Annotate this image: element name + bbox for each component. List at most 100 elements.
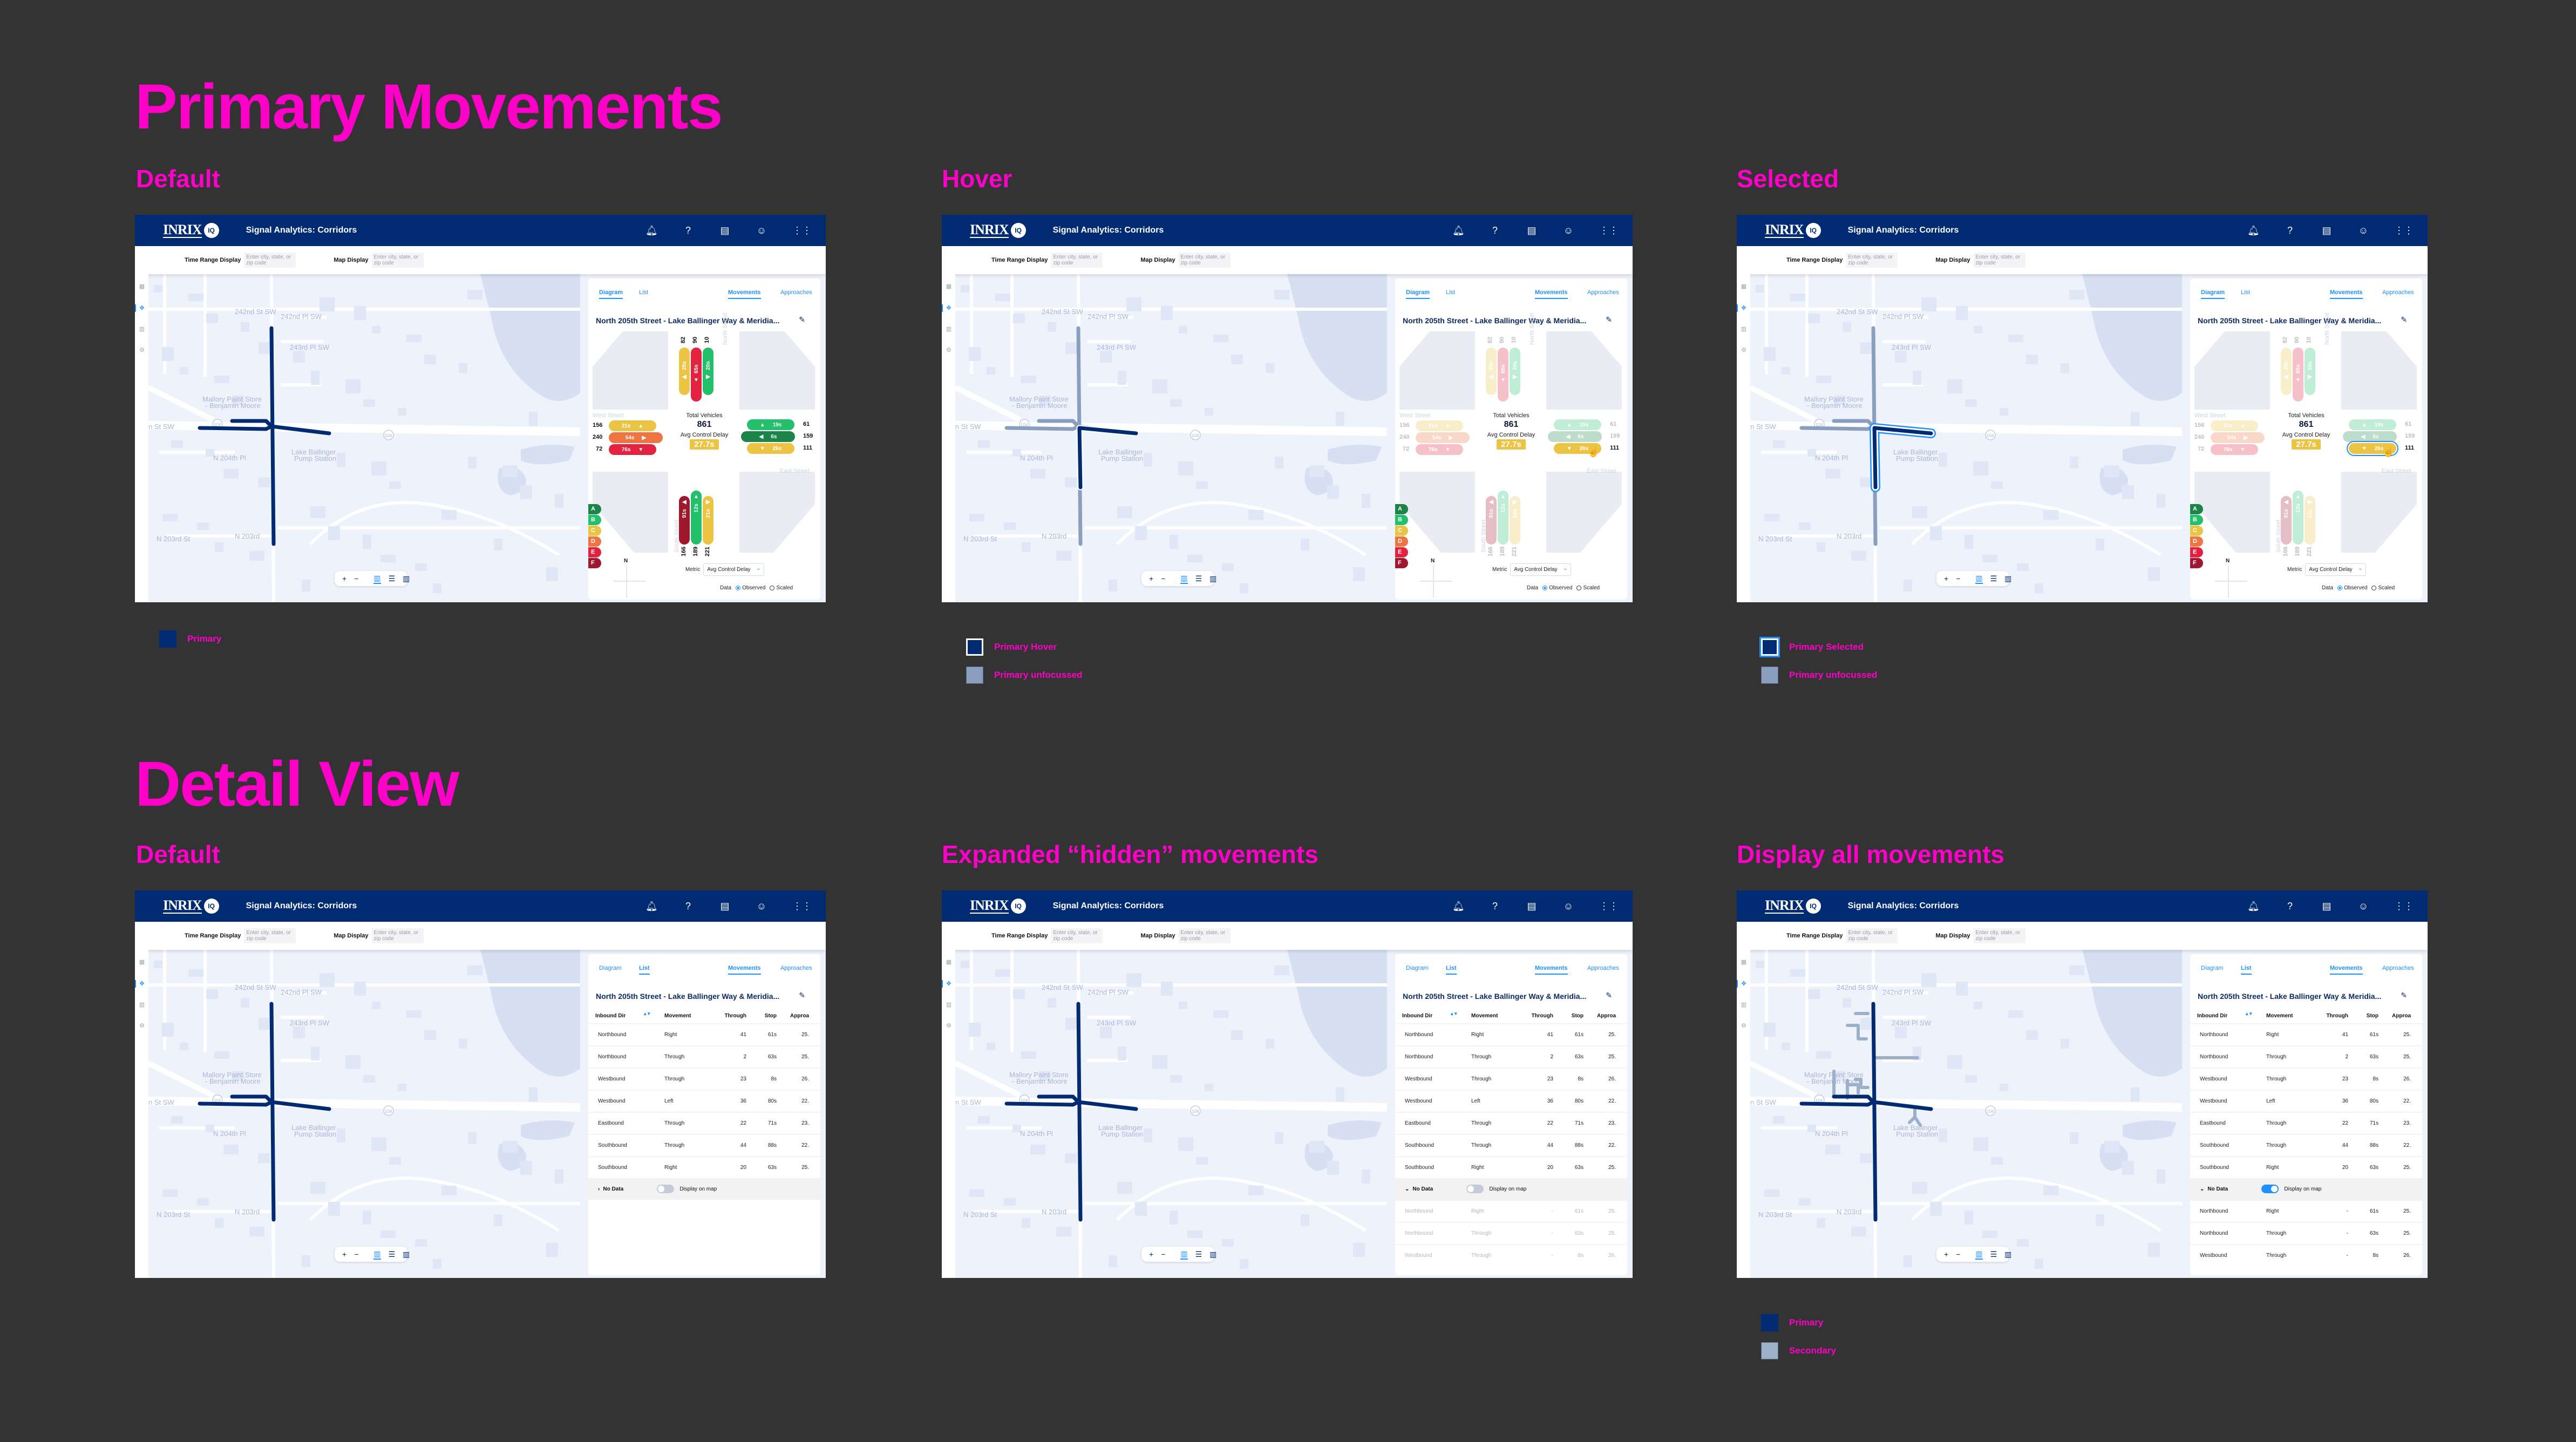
corridor-icon[interactable]: ▥	[1740, 1001, 1748, 1009]
movement-pill-south[interactable]: ◀ 91s	[679, 496, 690, 545]
tab-movements[interactable]: Movements	[2330, 965, 2363, 975]
movement-pill-west[interactable]: 76s ▼	[609, 444, 656, 455]
inrix-logo[interactable]: INRIX IQ	[163, 223, 219, 238]
corridor-icon[interactable]: ▥	[138, 325, 146, 333]
map-view-icon[interactable]: ▥	[1975, 1249, 1983, 1260]
map-display-input[interactable]: Enter city, state, or zip code	[1973, 928, 2026, 943]
tab-approaches[interactable]: Approaches	[1587, 289, 1619, 298]
tab-approaches[interactable]: Approaches	[2382, 289, 2414, 298]
inrix-logo[interactable]: INRIX IQ	[970, 223, 1026, 238]
intersection-icon[interactable]: ✥	[138, 980, 146, 988]
tab-movements[interactable]: Movements	[1535, 965, 1568, 975]
primary-movement-path[interactable]	[269, 326, 276, 546]
zoom-out-button[interactable]: −	[1161, 1250, 1165, 1259]
data-option-scaled[interactable]: Scaled	[2371, 585, 2395, 591]
help-icon[interactable]: ?	[682, 225, 694, 236]
radio-button[interactable]	[2371, 585, 2377, 590]
data-option-scaled[interactable]: Scaled	[1576, 585, 1600, 591]
chevron-down-icon[interactable]: ⌄	[2200, 1186, 2204, 1192]
movement-pill-east[interactable]: ◀ 6s	[1548, 431, 1602, 442]
tab-list[interactable]: List	[2241, 965, 2252, 975]
movement-pill-north[interactable]: 20s ◀	[679, 348, 690, 395]
time-range-input[interactable]: Enter city, state, or zip code	[1051, 253, 1103, 268]
movement-pill-north[interactable]: 65s ▼	[1498, 348, 1508, 402]
table-row[interactable]: Westbound Left 36 80s 22.	[588, 1090, 820, 1112]
map-view[interactable]: 242nd St SW 242nd Pl SW 243rd Pl SW Mallory…	[1750, 274, 2182, 602]
apps-grid-icon[interactable]: ⋮⋮	[792, 225, 812, 236]
movement-pill-west[interactable]: 54s ▶	[2211, 432, 2265, 443]
movement-pill-south[interactable]: ▲ 12s	[1498, 491, 1508, 545]
dashboard-icon[interactable]: ▦	[945, 958, 953, 966]
user-icon[interactable]: ☺	[2357, 225, 2369, 236]
tab-movements[interactable]: Movements	[2330, 289, 2363, 299]
data-option-observed[interactable]: Observed	[1542, 585, 1572, 591]
no-data-group[interactable]: ⌄ No Data Display on map	[2190, 1178, 2422, 1200]
radio-button[interactable]	[1576, 585, 1582, 590]
table-row[interactable]: Southbound Right 20 63s 25.	[588, 1156, 820, 1178]
bell-icon[interactable]: 🔔︎	[2247, 225, 2260, 236]
movement-pill-west[interactable]: 76s ▼	[1416, 444, 1463, 455]
list-view-icon[interactable]: ☰	[1990, 574, 1997, 583]
hidden-table-row[interactable]: Westbound Through - 8s 26.	[2190, 1244, 2422, 1266]
radio-button[interactable]	[770, 585, 775, 590]
time-range-input[interactable]: Enter city, state, or zip code	[1846, 928, 1898, 943]
intersection-icon[interactable]: ✥	[945, 980, 953, 988]
movement-pill-south[interactable]: ▶ 21s	[2305, 496, 2315, 545]
movement-pill-east[interactable]: ▲ 19s	[2349, 419, 2396, 430]
bell-icon[interactable]: 🔔︎	[1452, 901, 1465, 912]
table-row[interactable]: Southbound Through 44 88s 22.	[2190, 1134, 2422, 1156]
inrix-logo[interactable]: INRIX IQ	[970, 899, 1026, 914]
chevron-down-icon[interactable]: ⌄	[1405, 1186, 1409, 1192]
settings-icon[interactable]: ⚙	[138, 1022, 146, 1030]
dashboard-icon[interactable]: ▦	[945, 283, 953, 290]
document-icon[interactable]: ▤	[2321, 225, 2333, 236]
settings-icon[interactable]: ⚙	[1740, 1022, 1748, 1030]
split-view-icon[interactable]: ▥	[1209, 1250, 1216, 1259]
movement-pill-west[interactable]: 54s ▶	[1416, 432, 1470, 443]
split-view-icon[interactable]: ▥	[403, 1250, 410, 1259]
movement-pill-west[interactable]: 21s ▲	[609, 420, 656, 431]
map-display-input[interactable]: Enter city, state, or zip code	[371, 928, 424, 943]
edit-pencil-icon[interactable]: ✎	[1606, 991, 1612, 1000]
movement-pill-east[interactable]: ◀ 6s	[2343, 431, 2397, 442]
movement-pill-south[interactable]: ◀ 91s	[2281, 496, 2292, 545]
edit-pencil-icon[interactable]: ✎	[1606, 315, 1612, 324]
column-header[interactable]: Inbound Dir ▴ ▾	[1402, 1011, 1471, 1019]
movement-pill-north[interactable]: 20s ▶	[2305, 348, 2315, 395]
map-view[interactable]: 242nd St SW 242nd Pl SW 243rd Pl SW Mallory…	[955, 274, 1387, 602]
list-view-icon[interactable]: ☰	[1195, 1250, 1202, 1259]
movement-pill-west[interactable]: 21s ▲	[2211, 420, 2258, 431]
table-row[interactable]: Northbound Right 41 61s 25.	[2190, 1023, 2422, 1045]
map-canvas[interactable]: 242nd St SW242nd Pl SW243rd Pl SWMallory…	[955, 950, 1387, 1278]
edit-pencil-icon[interactable]: ✎	[799, 315, 805, 324]
movement-pill-south[interactable]: ▲ 12s	[691, 491, 702, 545]
user-icon[interactable]: ☺	[1562, 901, 1574, 912]
hidden-table-row[interactable]: Northbound Right - 61s 25.	[2190, 1200, 2422, 1222]
tab-diagram[interactable]: Diagram	[1406, 289, 1430, 299]
bell-icon[interactable]: 🔔︎	[645, 225, 658, 236]
sort-icon[interactable]: ▴ ▾	[2246, 1011, 2252, 1016]
document-icon[interactable]: ▤	[2321, 901, 2333, 912]
tab-approaches[interactable]: Approaches	[780, 965, 812, 974]
map-canvas[interactable]: 242nd St SW242nd Pl SW243rd Pl SWMallory…	[1750, 950, 2182, 1278]
tab-list[interactable]: List	[639, 289, 648, 298]
table-row[interactable]: Northbound Through 2 63s 25.	[2190, 1045, 2422, 1067]
user-icon[interactable]: ☺	[1562, 225, 1574, 236]
zoom-out-button[interactable]: −	[1956, 574, 1960, 583]
column-header[interactable]: Inbound Dir ▴ ▾	[595, 1011, 664, 1019]
tab-diagram[interactable]: Diagram	[2201, 965, 2224, 974]
settings-icon[interactable]: ⚙	[138, 346, 146, 354]
apps-grid-icon[interactable]: ⋮⋮	[2394, 901, 2414, 912]
radio-button[interactable]	[2337, 585, 2343, 590]
table-row[interactable]: Northbound Through 2 63s 25.	[588, 1045, 820, 1067]
help-icon[interactable]: ?	[682, 901, 694, 912]
inrix-logo[interactable]: INRIX IQ	[1765, 223, 1821, 238]
intersection-icon[interactable]: ✥	[138, 304, 146, 312]
movement-pill-east[interactable]: ▲ 19s	[747, 419, 794, 430]
list-view-icon[interactable]: ☰	[389, 1250, 396, 1259]
table-row[interactable]: Southbound Right 20 63s 25.	[2190, 1156, 2422, 1178]
settings-icon[interactable]: ⚙	[1740, 346, 1748, 354]
zoom-in-button[interactable]: +	[1149, 574, 1153, 583]
apps-grid-icon[interactable]: ⋮⋮	[1599, 901, 1619, 912]
corridor-icon[interactable]: ▥	[945, 1001, 953, 1009]
